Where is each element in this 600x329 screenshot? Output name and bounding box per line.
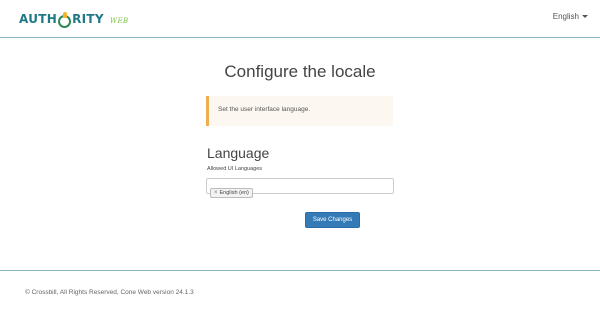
info-alert: Set the user interface language. <box>206 96 393 126</box>
allowed-languages-label: Allowed UI Languages <box>207 166 263 172</box>
brand-logo-icon <box>58 11 72 28</box>
brand-subtitle: WEB <box>109 17 129 25</box>
remove-tag-icon[interactable]: × <box>214 190 218 196</box>
page-footer: © Crossbill, All Rights Reserved, Cone W… <box>0 270 600 329</box>
caret-down-icon <box>582 15 588 18</box>
save-changes-button[interactable]: Save Changes <box>305 212 360 228</box>
language-dropdown-label: English <box>552 12 579 21</box>
language-tag-label: English (en) <box>219 190 249 196</box>
brand-logo[interactable]: AUTH RITY WEB <box>19 9 129 29</box>
page-title: Configure the locale <box>224 62 376 81</box>
brand-name-left: AUTH <box>19 12 58 26</box>
info-alert-text: Set the user interface language. <box>218 106 311 113</box>
footer-copyright: © Crossbill, All Rights Reserved, Cone W… <box>25 289 194 296</box>
section-title-language: Language <box>207 145 270 161</box>
language-dropdown[interactable]: English <box>553 12 588 21</box>
brand-name-right: RITY <box>72 12 104 26</box>
allowed-languages-input[interactable]: × English (en) <box>206 178 394 198</box>
language-tag: × English (en) <box>210 188 253 198</box>
top-navbar: AUTH RITY WEB English <box>0 0 600 38</box>
